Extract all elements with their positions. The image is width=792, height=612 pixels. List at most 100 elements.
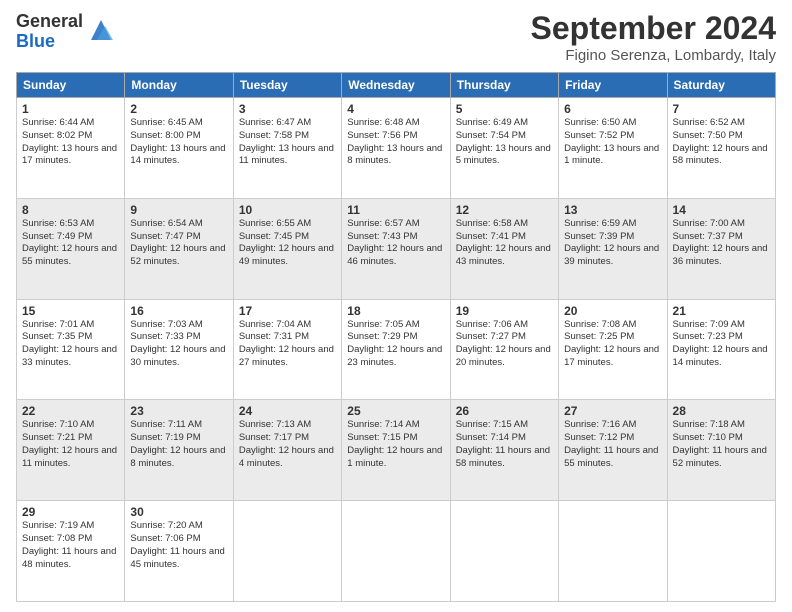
table-row: 9Sunrise: 6:54 AMSunset: 7:47 PMDaylight… [125,198,233,299]
day-info: Sunrise: 7:11 AMSunset: 7:19 PMDaylight:… [130,419,227,470]
day-number: 12 [456,203,553,217]
day-number: 26 [456,404,553,418]
day-info: Sunrise: 7:03 AMSunset: 7:33 PMDaylight:… [130,319,227,370]
col-sunday: Sunday [17,73,125,98]
day-info: Sunrise: 6:55 AMSunset: 7:45 PMDaylight:… [239,218,336,269]
col-tuesday: Tuesday [233,73,341,98]
table-row: 19Sunrise: 7:06 AMSunset: 7:27 PMDayligh… [450,299,558,400]
table-row [667,501,775,602]
day-info: Sunrise: 7:10 AMSunset: 7:21 PMDaylight:… [22,419,119,470]
table-row: 14Sunrise: 7:00 AMSunset: 7:37 PMDayligh… [667,198,775,299]
day-number: 19 [456,304,553,318]
day-info: Sunrise: 7:06 AMSunset: 7:27 PMDaylight:… [456,319,553,370]
col-thursday: Thursday [450,73,558,98]
day-info: Sunrise: 7:04 AMSunset: 7:31 PMDaylight:… [239,319,336,370]
table-row: 11Sunrise: 6:57 AMSunset: 7:43 PMDayligh… [342,198,450,299]
col-monday: Monday [125,73,233,98]
calendar-week-2: 8Sunrise: 6:53 AMSunset: 7:49 PMDaylight… [17,198,776,299]
day-number: 21 [673,304,770,318]
day-number: 24 [239,404,336,418]
header: General Blue September 2024 Figino Seren… [16,12,776,64]
table-row: 28Sunrise: 7:18 AMSunset: 7:10 PMDayligh… [667,400,775,501]
day-number: 29 [22,505,119,519]
logo-icon [87,16,115,44]
day-info: Sunrise: 6:44 AMSunset: 8:02 PMDaylight:… [22,117,119,168]
table-row: 4Sunrise: 6:48 AMSunset: 7:56 PMDaylight… [342,98,450,199]
day-number: 13 [564,203,661,217]
table-row: 6Sunrise: 6:50 AMSunset: 7:52 PMDaylight… [559,98,667,199]
calendar-week-5: 29Sunrise: 7:19 AMSunset: 7:08 PMDayligh… [17,501,776,602]
day-info: Sunrise: 6:58 AMSunset: 7:41 PMDaylight:… [456,218,553,269]
day-number: 16 [130,304,227,318]
day-info: Sunrise: 7:15 AMSunset: 7:14 PMDaylight:… [456,419,553,470]
title-area: September 2024 Figino Serenza, Lombardy,… [531,12,776,64]
day-number: 11 [347,203,444,217]
table-row: 8Sunrise: 6:53 AMSunset: 7:49 PMDaylight… [17,198,125,299]
col-wednesday: Wednesday [342,73,450,98]
day-number: 5 [456,102,553,116]
header-row: Sunday Monday Tuesday Wednesday Thursday… [17,73,776,98]
day-info: Sunrise: 6:47 AMSunset: 7:58 PMDaylight:… [239,117,336,168]
table-row: 21Sunrise: 7:09 AMSunset: 7:23 PMDayligh… [667,299,775,400]
day-info: Sunrise: 7:16 AMSunset: 7:12 PMDaylight:… [564,419,661,470]
day-info: Sunrise: 6:53 AMSunset: 7:49 PMDaylight:… [22,218,119,269]
day-number: 14 [673,203,770,217]
day-info: Sunrise: 7:01 AMSunset: 7:35 PMDaylight:… [22,319,119,370]
day-info: Sunrise: 7:00 AMSunset: 7:37 PMDaylight:… [673,218,770,269]
table-row: 30Sunrise: 7:20 AMSunset: 7:06 PMDayligh… [125,501,233,602]
day-info: Sunrise: 6:59 AMSunset: 7:39 PMDaylight:… [564,218,661,269]
calendar-week-4: 22Sunrise: 7:10 AMSunset: 7:21 PMDayligh… [17,400,776,501]
table-row: 15Sunrise: 7:01 AMSunset: 7:35 PMDayligh… [17,299,125,400]
day-info: Sunrise: 7:09 AMSunset: 7:23 PMDaylight:… [673,319,770,370]
table-row: 18Sunrise: 7:05 AMSunset: 7:29 PMDayligh… [342,299,450,400]
day-number: 7 [673,102,770,116]
table-row [342,501,450,602]
page: General Blue September 2024 Figino Seren… [0,0,792,612]
table-row: 10Sunrise: 6:55 AMSunset: 7:45 PMDayligh… [233,198,341,299]
calendar-table: Sunday Monday Tuesday Wednesday Thursday… [16,72,776,602]
table-row: 17Sunrise: 7:04 AMSunset: 7:31 PMDayligh… [233,299,341,400]
table-row: 22Sunrise: 7:10 AMSunset: 7:21 PMDayligh… [17,400,125,501]
table-row [450,501,558,602]
day-info: Sunrise: 6:52 AMSunset: 7:50 PMDaylight:… [673,117,770,168]
day-info: Sunrise: 7:20 AMSunset: 7:06 PMDaylight:… [130,520,227,571]
logo-blue: Blue [16,32,83,52]
calendar-week-1: 1Sunrise: 6:44 AMSunset: 8:02 PMDaylight… [17,98,776,199]
day-number: 1 [22,102,119,116]
day-info: Sunrise: 6:54 AMSunset: 7:47 PMDaylight:… [130,218,227,269]
logo-general: General [16,12,83,32]
calendar-week-3: 15Sunrise: 7:01 AMSunset: 7:35 PMDayligh… [17,299,776,400]
day-number: 2 [130,102,227,116]
day-info: Sunrise: 6:57 AMSunset: 7:43 PMDaylight:… [347,218,444,269]
table-row: 5Sunrise: 6:49 AMSunset: 7:54 PMDaylight… [450,98,558,199]
table-row: 16Sunrise: 7:03 AMSunset: 7:33 PMDayligh… [125,299,233,400]
day-info: Sunrise: 7:19 AMSunset: 7:08 PMDaylight:… [22,520,119,571]
day-number: 20 [564,304,661,318]
table-row: 26Sunrise: 7:15 AMSunset: 7:14 PMDayligh… [450,400,558,501]
table-row: 29Sunrise: 7:19 AMSunset: 7:08 PMDayligh… [17,501,125,602]
day-number: 25 [347,404,444,418]
table-row [233,501,341,602]
table-row: 13Sunrise: 6:59 AMSunset: 7:39 PMDayligh… [559,198,667,299]
day-info: Sunrise: 7:14 AMSunset: 7:15 PMDaylight:… [347,419,444,470]
month-title: September 2024 [531,12,776,44]
col-saturday: Saturday [667,73,775,98]
table-row: 23Sunrise: 7:11 AMSunset: 7:19 PMDayligh… [125,400,233,501]
day-number: 3 [239,102,336,116]
day-number: 15 [22,304,119,318]
day-number: 30 [130,505,227,519]
day-number: 9 [130,203,227,217]
table-row: 1Sunrise: 6:44 AMSunset: 8:02 PMDaylight… [17,98,125,199]
day-info: Sunrise: 6:45 AMSunset: 8:00 PMDaylight:… [130,117,227,168]
logo-area: General Blue [16,12,115,52]
day-info: Sunrise: 6:48 AMSunset: 7:56 PMDaylight:… [347,117,444,168]
location-title: Figino Serenza, Lombardy, Italy [531,47,776,64]
table-row: 20Sunrise: 7:08 AMSunset: 7:25 PMDayligh… [559,299,667,400]
day-info: Sunrise: 7:08 AMSunset: 7:25 PMDaylight:… [564,319,661,370]
day-number: 28 [673,404,770,418]
day-number: 17 [239,304,336,318]
col-friday: Friday [559,73,667,98]
day-number: 23 [130,404,227,418]
table-row: 25Sunrise: 7:14 AMSunset: 7:15 PMDayligh… [342,400,450,501]
day-number: 10 [239,203,336,217]
